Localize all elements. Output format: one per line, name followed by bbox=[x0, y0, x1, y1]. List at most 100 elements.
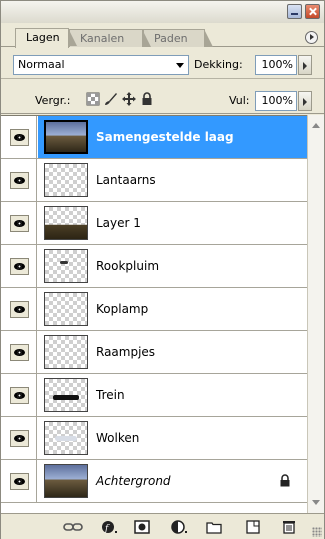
tab-bar: Paden Kanalen Lagen bbox=[1, 23, 324, 48]
layer-info[interactable]: Koplamp bbox=[38, 288, 307, 330]
cloud-shape bbox=[55, 436, 77, 441]
layer-thumbnail bbox=[44, 206, 88, 240]
eye-icon bbox=[14, 478, 25, 485]
eye-icon bbox=[14, 220, 25, 227]
visibility-cell[interactable] bbox=[1, 202, 37, 245]
layer-info[interactable]: Achtergrond bbox=[38, 460, 307, 502]
blend-opacity-row: Normaal Dekking: 100% bbox=[1, 47, 324, 79]
layer-mask-icon[interactable] bbox=[134, 520, 150, 534]
layer-thumbnail bbox=[44, 378, 88, 412]
opacity-field[interactable]: 100% bbox=[255, 55, 297, 75]
visibility-cell[interactable] bbox=[1, 460, 37, 503]
layer-name: Samengestelde laag bbox=[96, 130, 234, 144]
eye-icon bbox=[14, 263, 25, 270]
lock-fill-row: Vergr.: Vul: 100% bbox=[1, 80, 324, 114]
new-layer-icon[interactable] bbox=[245, 520, 261, 534]
layer-info[interactable]: Samengestelde laag bbox=[38, 116, 307, 158]
layers-panel: Paden Kanalen Lagen Normaal Dekking: 100… bbox=[0, 0, 325, 539]
layer-actions-bar: f bbox=[1, 513, 324, 539]
layer-row[interactable]: Rookpluim bbox=[1, 245, 307, 288]
visibility-cell[interactable] bbox=[1, 374, 37, 417]
layer-info[interactable]: Rookpluim bbox=[38, 245, 307, 287]
layer-row[interactable]: Koplamp bbox=[1, 288, 307, 331]
eye-box bbox=[10, 129, 29, 146]
resize-grip-icon[interactable] bbox=[312, 527, 322, 537]
layer-row[interactable]: Lantaarns bbox=[1, 159, 307, 202]
layer-name: Layer 1 bbox=[96, 216, 141, 230]
close-icon[interactable] bbox=[305, 4, 320, 19]
visibility-cell[interactable] bbox=[1, 245, 37, 288]
scroll-up-icon[interactable] bbox=[312, 123, 320, 128]
layer-name: Achtergrond bbox=[96, 474, 171, 488]
blend-mode-select[interactable]: Normaal bbox=[13, 55, 189, 75]
visibility-cell[interactable] bbox=[1, 288, 37, 331]
layer-name: Rookpluim bbox=[96, 259, 160, 273]
layer-info[interactable]: Wolken bbox=[38, 417, 307, 459]
layer-row[interactable]: Achtergrond bbox=[1, 460, 307, 503]
link-layers-icon[interactable] bbox=[63, 520, 83, 534]
minimize-icon[interactable] bbox=[287, 4, 302, 19]
delete-layer-icon[interactable] bbox=[281, 520, 297, 534]
layer-style-icon[interactable]: f bbox=[101, 520, 117, 534]
layer-row[interactable]: Raampjes bbox=[1, 331, 307, 374]
layer-info[interactable]: Lantaarns bbox=[38, 159, 307, 201]
layer-thumbnail bbox=[44, 464, 88, 498]
opacity-label: Dekking: bbox=[194, 58, 243, 71]
visibility-cell[interactable] bbox=[1, 331, 37, 374]
eye-icon bbox=[14, 177, 25, 184]
layer-row[interactable]: Samengestelde laag bbox=[1, 116, 307, 159]
layer-thumbnail bbox=[44, 249, 88, 283]
eye-icon bbox=[14, 306, 25, 313]
title-bar bbox=[1, 1, 324, 23]
lock-move-icon[interactable] bbox=[122, 92, 136, 106]
new-group-icon[interactable] bbox=[206, 520, 222, 534]
lock-brush-icon[interactable] bbox=[104, 92, 118, 106]
layer-thumbnail bbox=[44, 120, 88, 154]
eye-box bbox=[10, 301, 29, 318]
layer-name: Raampjes bbox=[96, 345, 156, 359]
eye-box bbox=[10, 430, 29, 447]
layer-name: Trein bbox=[96, 388, 125, 402]
lock-icon bbox=[280, 474, 290, 487]
layer-row[interactable]: Wolken bbox=[1, 417, 307, 460]
lock-label: Vergr.: bbox=[35, 94, 71, 107]
layer-info[interactable]: Trein bbox=[38, 374, 307, 416]
blend-mode-value: Normaal bbox=[18, 58, 65, 71]
eye-box bbox=[10, 258, 29, 275]
layer-list-scrollbar[interactable] bbox=[307, 115, 324, 513]
layer-info[interactable]: Raampjes bbox=[38, 331, 307, 373]
layer-name: Lantaarns bbox=[96, 173, 156, 187]
eye-icon bbox=[14, 349, 25, 356]
lock-transparent-icon[interactable] bbox=[86, 92, 100, 106]
layer-name: Koplamp bbox=[96, 302, 149, 316]
eye-box bbox=[10, 172, 29, 189]
layer-thumbnail bbox=[44, 335, 88, 369]
fill-slider-arrow-icon[interactable] bbox=[298, 91, 312, 111]
panel-menu-icon[interactable] bbox=[305, 31, 318, 44]
tab-kanalen[interactable]: Kanalen bbox=[69, 29, 151, 47]
layer-list: Samengestelde laag Lantaarns Layer 1 Roo… bbox=[1, 115, 307, 513]
eye-icon bbox=[14, 134, 25, 141]
visibility-cell[interactable] bbox=[1, 159, 37, 202]
eye-icon bbox=[14, 435, 25, 442]
eye-icon bbox=[14, 392, 25, 399]
scroll-down-icon[interactable] bbox=[312, 500, 320, 505]
layer-row[interactable]: Layer 1 bbox=[1, 202, 307, 245]
chevron-down-icon bbox=[176, 63, 184, 68]
fill-field[interactable]: 100% bbox=[255, 91, 297, 111]
lock-all-icon[interactable] bbox=[140, 92, 154, 106]
layer-info[interactable]: Layer 1 bbox=[38, 202, 307, 244]
adjustment-layer-icon[interactable] bbox=[171, 520, 187, 534]
train-shape bbox=[53, 395, 79, 400]
visibility-cell[interactable] bbox=[1, 116, 37, 159]
eye-box bbox=[10, 215, 29, 232]
opacity-slider-arrow-icon[interactable] bbox=[298, 55, 312, 75]
layer-name: Wolken bbox=[96, 431, 140, 445]
tab-paden[interactable]: Paden bbox=[143, 29, 213, 47]
layer-row[interactable]: Trein bbox=[1, 374, 307, 417]
eye-box bbox=[10, 344, 29, 361]
layer-thumbnail bbox=[44, 421, 88, 455]
tab-lagen[interactable]: Lagen bbox=[15, 28, 77, 48]
layer-thumbnail bbox=[44, 292, 88, 326]
visibility-cell[interactable] bbox=[1, 417, 37, 460]
